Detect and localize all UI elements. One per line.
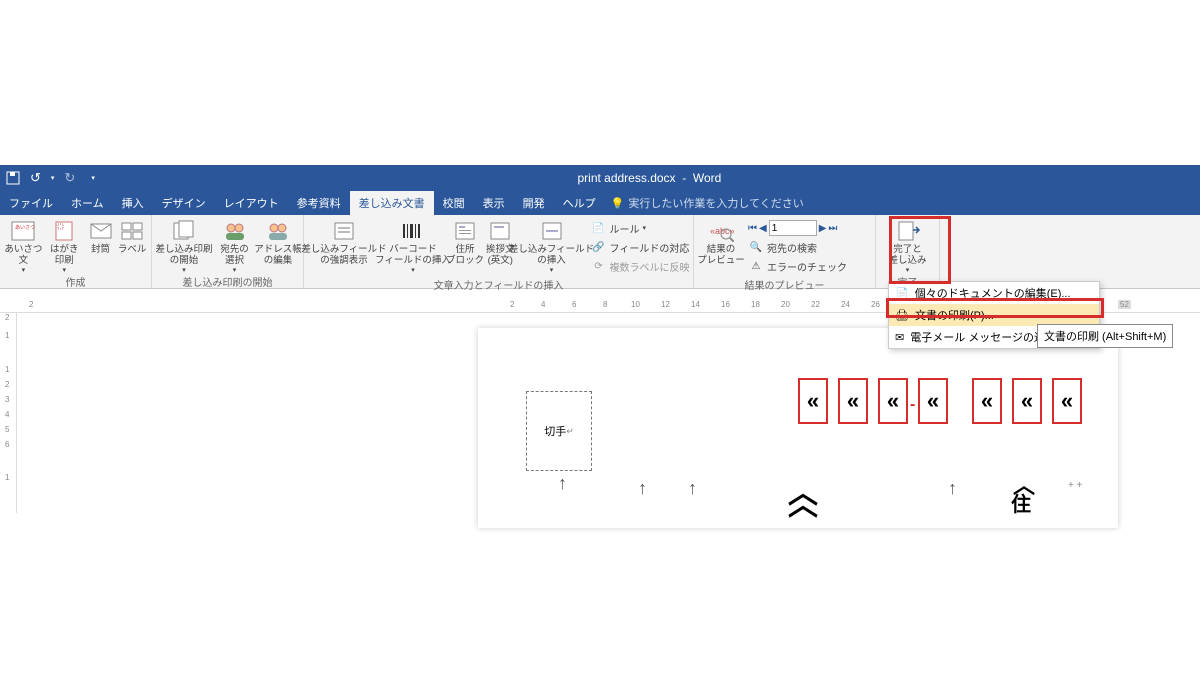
recipients-icon [222, 219, 248, 243]
envelope-button[interactable]: 封筒 [86, 217, 116, 255]
document-page[interactable]: 切手↵ « « « - « « « « ↑ ↑ ↑ ︿ ︿ ↑ ︿ 住 + + [478, 328, 1118, 528]
address-block-button[interactable]: 住所 ブロック [446, 217, 484, 266]
tooltip-print: 文書の印刷 (Alt+Shift+M) [1037, 324, 1173, 348]
labels-icon [119, 219, 145, 243]
preview-results-button[interactable]: «abc» 結果の プレビュー [698, 217, 744, 266]
address-icon [452, 219, 478, 243]
barcode-button[interactable]: バーコード フィールドの挿入▾ [382, 217, 444, 274]
merge-field-3[interactable]: « [878, 378, 908, 424]
group-write: 差し込みフィールド の強調表示 バーコード フィールドの挿入▾ 住所 ブロック … [304, 215, 694, 288]
ribbon-tabs: ファイル ホーム 挿入 デザイン レイアウト 参考資料 差し込み文書 校閲 表示… [0, 191, 1200, 215]
group-label-write: 文章入力とフィールドの挿入 [304, 277, 693, 294]
start-merge-button[interactable]: 差し込み印刷 の開始▾ [156, 217, 212, 274]
next-record-icon[interactable]: ▶ [819, 223, 827, 234]
tab-layout[interactable]: レイアウト [215, 191, 288, 215]
tab-review[interactable]: 校閲 [434, 191, 474, 215]
vertical-ruler: 2 1 1 2 3 4 5 6 1 [3, 313, 17, 513]
group-label-create: 作成 [0, 274, 151, 291]
postcard-icon [51, 219, 77, 243]
greeting-icon: あいさつ [10, 219, 36, 243]
edit-recipients-button[interactable]: アドレス帳 の編集 [257, 217, 299, 266]
first-record-icon[interactable]: ⏮ [748, 223, 757, 234]
quick-access-toolbar: ↺ ▾ ↻ ▾ print address.docx - Word [0, 165, 1200, 191]
tell-me[interactable]: 💡 実行したい作業を入力してください [611, 191, 804, 215]
tab-file[interactable]: ファイル [0, 191, 62, 215]
find-recipient-button[interactable]: 🔍宛先の検索 [748, 238, 847, 256]
arrow-up-icon: ↑ [688, 478, 697, 499]
envelope-icon [88, 219, 114, 243]
chevron-up-icon: ︿ [788, 480, 818, 524]
save-icon[interactable] [6, 171, 20, 185]
arrow-up-icon: ↑ [948, 478, 957, 499]
barcode-icon [400, 219, 426, 243]
highlight-fields-button[interactable]: 差し込みフィールド の強調表示 [308, 217, 380, 266]
arrow-up-icon: ↑ [558, 473, 567, 494]
window-title: print address.docx - Word [105, 171, 1194, 185]
last-record-icon[interactable]: ⏭ [828, 223, 837, 234]
greeting-line-icon [487, 219, 513, 243]
stamp-box: 切手↵ [526, 391, 592, 471]
group-label-preview: 結果のプレビュー [694, 277, 875, 294]
insert-field-button[interactable]: 差し込みフィールド の挿入▾ [517, 217, 587, 274]
arrow-up-icon: ↑ [638, 478, 647, 499]
merge-field-6[interactable]: « [1012, 378, 1042, 424]
merge-field-1[interactable]: « [798, 378, 828, 424]
qat-customize-icon[interactable]: ▾ [91, 174, 95, 182]
highlight-finish-button [889, 216, 951, 284]
tab-mailings[interactable]: 差し込み文書 [350, 191, 434, 215]
update-icon: ⟳ [591, 258, 607, 274]
errors-icon: ⚠ [748, 258, 764, 274]
match-fields-button[interactable]: 🔗フィールドの対応 [591, 238, 690, 256]
redo-icon[interactable]: ↻ [64, 170, 75, 186]
undo-icon[interactable]: ↺ [30, 170, 41, 186]
greeting-button[interactable]: あいさつ あいさつ 文▾ [4, 217, 43, 274]
group-preview: «abc» 結果の プレビュー ⏮ ◀ ▶ ⏭ 🔍宛先の検索 ⚠エラーのチェック… [694, 215, 876, 288]
label-button[interactable]: ラベル [117, 217, 147, 255]
undo-dropdown-icon[interactable]: ▾ [51, 174, 55, 182]
group-create: あいさつ あいさつ 文▾ はがき 印刷▾ 封筒 ラベル 作成 [0, 215, 152, 288]
record-navigator: ⏮ ◀ ▶ ⏭ [748, 219, 847, 237]
tab-developer[interactable]: 開発 [514, 191, 554, 215]
mail-merge-icon [171, 219, 197, 243]
check-errors-button[interactable]: ⚠エラーのチェック [748, 257, 847, 275]
update-labels-button: ⟳複数ラベルに反映 [591, 257, 690, 275]
rules-icon: 📄 [591, 220, 607, 236]
svg-text:あいさつ: あいさつ [15, 224, 35, 231]
highlight-print-menu [886, 298, 1104, 318]
prev-record-icon[interactable]: ◀ [759, 223, 767, 234]
ribbon: あいさつ あいさつ 文▾ はがき 印刷▾ 封筒 ラベル 作成 差し込み印刷 の開… [0, 215, 1200, 289]
tab-home[interactable]: ホーム [62, 191, 113, 215]
find-icon: 🔍 [748, 239, 764, 255]
match-icon: 🔗 [591, 239, 607, 255]
merge-field-5[interactable]: « [972, 378, 1002, 424]
tab-help[interactable]: ヘルプ [554, 191, 605, 215]
group-label-start: 差し込み印刷の開始 [152, 274, 303, 291]
record-number-input[interactable] [769, 220, 817, 236]
select-recipients-button[interactable]: 宛先の 選択▾ [214, 217, 255, 274]
address-book-icon [265, 219, 291, 243]
highlight-icon [331, 219, 357, 243]
merge-field-7[interactable]: « [1052, 378, 1082, 424]
email-icon: ✉ [895, 331, 904, 344]
tab-view[interactable]: 表示 [474, 191, 514, 215]
insert-field-icon [539, 219, 565, 243]
group-start: 差し込み印刷 の開始▾ 宛先の 選択▾ アドレス帳 の編集 差し込み印刷の開始 [152, 215, 304, 288]
rules-button[interactable]: 📄ルール ▾ [591, 219, 690, 237]
address-glyph: 住 [1011, 488, 1031, 517]
preview-mini-column: ⏮ ◀ ▶ ⏭ 🔍宛先の検索 ⚠エラーのチェック [746, 217, 849, 277]
tab-references[interactable]: 参考資料 [288, 191, 350, 215]
tab-insert[interactable]: 挿入 [113, 191, 153, 215]
merge-field-2[interactable]: « [838, 378, 868, 424]
preview-icon: «abc» [708, 219, 734, 243]
write-mini-column: 📄ルール ▾ 🔗フィールドの対応 ⟳複数ラベルに反映 [589, 217, 692, 277]
merge-field-4[interactable]: « [918, 378, 948, 424]
lightbulb-icon: 💡 [611, 197, 625, 210]
postcard-button[interactable]: はがき 印刷▾ [45, 217, 84, 274]
tab-design[interactable]: デザイン [153, 191, 215, 215]
